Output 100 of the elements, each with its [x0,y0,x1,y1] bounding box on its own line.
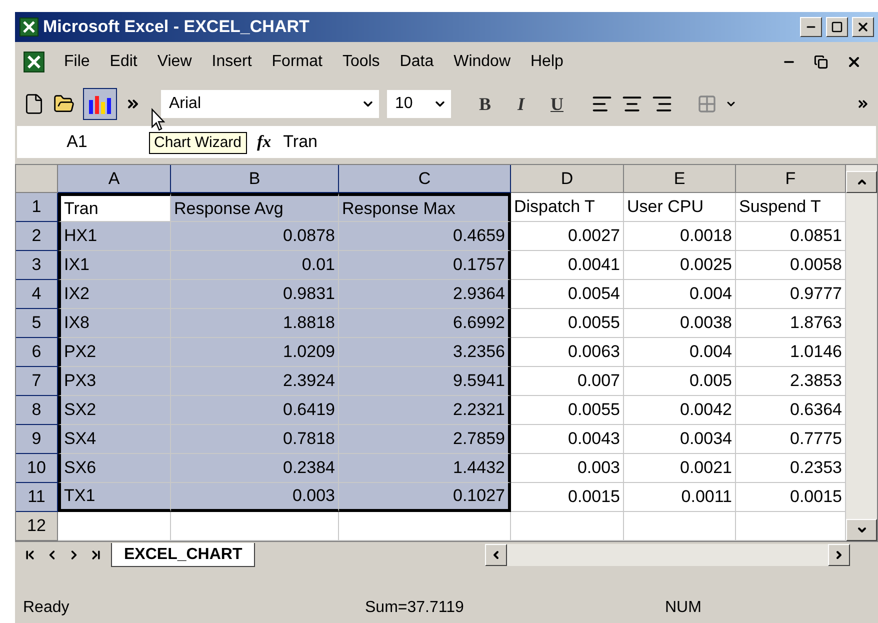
sheet-tab[interactable]: EXCEL_CHART [111,543,256,567]
column-header[interactable]: B [171,165,339,193]
table-cell: 0.004 [624,338,736,367]
column-header[interactable]: D [511,165,624,193]
table-cell: TX1 [58,483,171,512]
restore-icon[interactable] [814,55,828,69]
excel-icon [19,17,39,37]
table-cell: 2.9364 [339,280,511,309]
menu-item[interactable]: Insert [202,46,261,78]
menu-item[interactable]: View [148,46,201,78]
status-text: Ready [22,598,70,618]
menu-item[interactable]: Data [390,46,443,78]
table-cell: 0.003 [171,483,339,512]
new-document-icon[interactable] [23,93,45,115]
menu-item[interactable]: Window [444,46,520,78]
column-header[interactable]: E [624,165,736,193]
table-cell: 1.0146 [736,338,846,367]
table-cell: 0.004 [624,280,736,309]
minimize-button[interactable] [800,17,822,37]
table-cell: Suspend T [736,193,846,222]
column-header[interactable]: F [736,165,846,193]
folder-icon[interactable] [53,93,75,115]
table-cell: 0.9831 [171,280,339,309]
menu-item[interactable]: Tools [333,46,389,78]
table-cell: Dispatch T [511,193,624,222]
table-cell: 0.7818 [171,425,339,454]
menu-item[interactable]: Edit [100,46,146,78]
table-cell: 0.0034 [624,425,736,454]
column-header[interactable]: C [339,165,511,193]
table-cell: SX6 [58,454,171,483]
row-header[interactable]: 4 [16,280,58,309]
table-cell: 0.0018 [624,222,736,251]
vertical-scrollbar[interactable] [846,165,877,541]
formula-field[interactable]: Tran [283,129,876,155]
row-header[interactable]: 10 [16,454,58,483]
row-header[interactable]: 2 [16,222,58,251]
table-cell: 0.1757 [339,251,511,280]
workbook-icon [23,51,45,73]
table-cell: 2.3924 [171,367,339,396]
table-cell: 0.0043 [511,425,624,454]
chart-wizard-button[interactable] [83,88,117,120]
row-header[interactable]: 1 [16,193,58,222]
select-all-corner[interactable] [16,165,58,193]
italic-button[interactable]: I [507,90,535,118]
table-cell: 0.0063 [511,338,624,367]
table-cell: 0.0021 [624,454,736,483]
close-icon [856,20,870,34]
function-icon[interactable]: fx [257,129,272,155]
table-cell: 0.0851 [736,222,846,251]
menu-item[interactable]: Help [522,46,572,78]
table-cell: HX1 [58,222,171,251]
table-cell: 0.0025 [624,251,736,280]
font-field[interactable]: Arial [161,90,379,118]
table-cell: 1.0209 [171,338,339,367]
row-header[interactable]: 5 [16,309,58,338]
table-cell: 1.8818 [171,309,339,338]
close-button[interactable] [852,17,874,37]
table-cell: IX2 [58,280,171,309]
table-cell: 2.3853 [736,367,846,396]
table-cell: 0.0042 [624,396,736,425]
table-cell: IX8 [58,309,171,338]
window-title: Microsoft Excel - EXCEL_CHART [43,16,310,38]
table-cell: 0.01 [171,251,339,280]
table-cell: 0.003 [511,454,624,483]
horizontal-scrollbar[interactable] [485,544,850,566]
table-cell: User CPU [624,193,736,222]
row-header[interactable]: 8 [16,396,58,425]
table-cell: IX1 [58,251,171,280]
close-icon[interactable] [846,54,862,70]
row-header[interactable]: 11 [16,483,58,512]
table-cell: 0.0027 [511,222,624,251]
table-cell: 0.6364 [736,396,846,425]
column-header[interactable]: A [58,165,171,193]
table-cell: 0.6419 [171,396,339,425]
row-header[interactable]: 7 [16,367,58,396]
font-size-field[interactable]: 10 [387,90,451,118]
maximize-button[interactable] [826,17,848,37]
row-header[interactable]: 9 [16,425,58,454]
table-cell: 0.0038 [624,309,736,338]
row-header[interactable]: 6 [16,338,58,367]
row-header[interactable]: 3 [16,251,58,280]
table-cell: 0.0011 [624,483,736,512]
tooltip: Chart Wizard [149,132,247,154]
table-cell: 1.4432 [339,454,511,483]
table-cell: 0.005 [624,367,736,396]
table-cell: 6.6992 [339,309,511,338]
underline-button[interactable]: U [543,90,571,118]
bold-button[interactable]: B [471,90,499,118]
table-cell: 3.2356 [339,338,511,367]
row-header[interactable]: 12 [16,512,58,541]
table-cell: Response Avg [171,193,339,222]
name-box[interactable]: A1 [17,129,137,155]
num-lock-indicator: NUM [665,598,702,618]
menu-item[interactable]: File [55,46,99,78]
menu-item[interactable]: Format [262,46,332,78]
table-cell: SX2 [58,396,171,425]
more-tools-icon[interactable] [856,97,870,111]
table-cell: 0.0015 [736,483,846,512]
table-cell: 0.0058 [736,251,846,280]
table-cell: Tran [58,193,171,222]
